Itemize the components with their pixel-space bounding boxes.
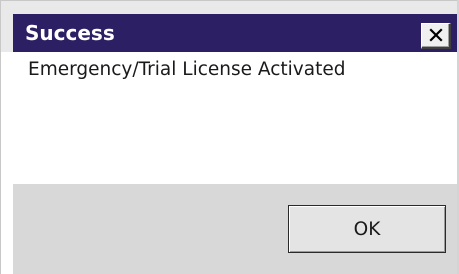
ok-button-label: OK [353, 218, 381, 240]
success-dialog: Success Emergency/Trial License Activate… [0, 0, 459, 274]
dialog-button-area: OK [13, 184, 457, 274]
close-button[interactable] [421, 23, 451, 49]
close-icon [429, 28, 443, 42]
ok-button[interactable]: OK [288, 205, 446, 253]
dialog-title: Success [25, 21, 115, 45]
dialog-message: Emergency/Trial License Activated [28, 59, 346, 80]
